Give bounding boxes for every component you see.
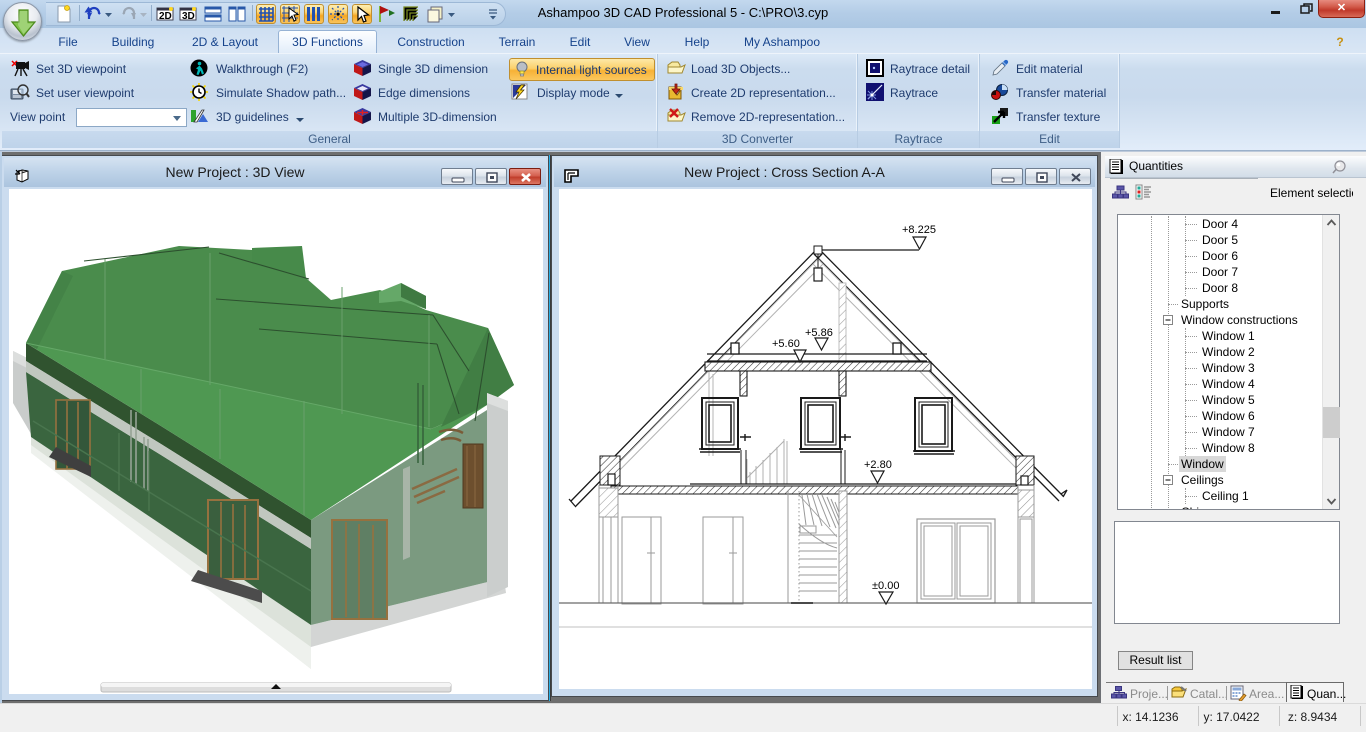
svg-text:+5.60: +5.60 [772, 338, 800, 350]
svg-text:+8.225: +8.225 [902, 224, 936, 236]
svg-text:+2.80: +2.80 [864, 459, 892, 471]
svg-text:3D: 3D [182, 11, 195, 22]
svg-text:±0.00: ±0.00 [872, 580, 899, 592]
svg-text:+5.86: +5.86 [805, 327, 833, 339]
svg-text:2D: 2D [159, 11, 172, 22]
